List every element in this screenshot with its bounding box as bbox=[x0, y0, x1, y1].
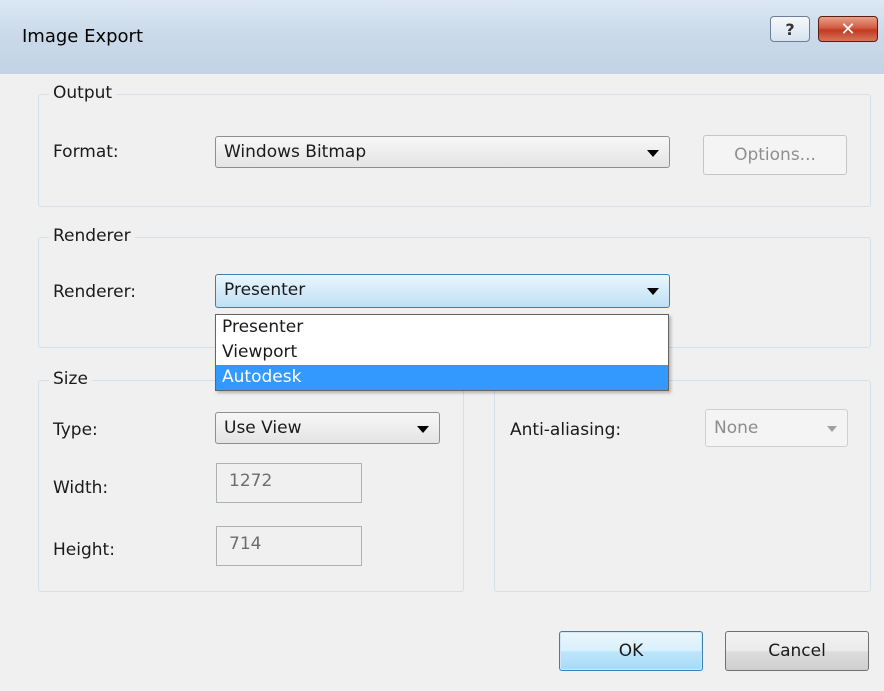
renderer-group-legend: Renderer bbox=[49, 226, 135, 246]
close-button[interactable]: ✕ bbox=[818, 16, 878, 42]
window-title: Image Export bbox=[22, 26, 144, 47]
format-label: Format: bbox=[53, 142, 119, 162]
renderer-option-presenter[interactable]: Presenter bbox=[216, 315, 668, 340]
chevron-down-icon bbox=[827, 426, 837, 432]
format-dropdown[interactable]: Windows Bitmap bbox=[215, 136, 670, 168]
width-field-value: 1272 bbox=[229, 471, 273, 491]
format-dropdown-value: Windows Bitmap bbox=[224, 142, 367, 162]
width-label: Width: bbox=[53, 478, 109, 498]
chevron-down-icon bbox=[647, 288, 659, 295]
type-label: Type: bbox=[53, 420, 98, 440]
options-button[interactable]: Options... bbox=[703, 135, 847, 175]
size-type-dropdown-value: Use View bbox=[224, 418, 302, 438]
chevron-down-icon bbox=[647, 150, 659, 157]
output-group-legend: Output bbox=[49, 83, 117, 103]
title-bar[interactable]: Image Export ? ✕ bbox=[0, 0, 884, 74]
height-field[interactable]: 714 bbox=[216, 526, 362, 566]
size-type-dropdown[interactable]: Use View bbox=[215, 412, 440, 444]
antialias-dropdown-value: None bbox=[714, 418, 759, 438]
close-icon: ✕ bbox=[840, 18, 856, 40]
antialias-dropdown[interactable]: None bbox=[705, 409, 848, 447]
height-field-value: 714 bbox=[229, 534, 262, 554]
renderer-option-autodesk[interactable]: Autodesk bbox=[216, 365, 668, 390]
renderer-dropdown-value: Presenter bbox=[224, 280, 306, 300]
renderer-label: Renderer: bbox=[53, 282, 137, 302]
help-button[interactable]: ? bbox=[770, 16, 810, 42]
height-label: Height: bbox=[53, 540, 115, 560]
size-group-legend: Size bbox=[49, 369, 92, 389]
width-field[interactable]: 1272 bbox=[216, 463, 362, 503]
help-icon: ? bbox=[785, 19, 795, 39]
cancel-button[interactable]: Cancel bbox=[725, 631, 869, 671]
ok-button[interactable]: OK bbox=[559, 631, 703, 671]
antialias-label: Anti-aliasing: bbox=[510, 420, 622, 440]
renderer-dropdown[interactable]: Presenter bbox=[215, 274, 670, 308]
chevron-down-icon bbox=[417, 426, 429, 433]
image-export-dialog: Image Export ? ✕ Output Format: Windows … bbox=[0, 0, 884, 691]
renderer-dropdown-list: Presenter Viewport Autodesk bbox=[215, 314, 669, 391]
renderer-option-viewport[interactable]: Viewport bbox=[216, 340, 668, 365]
